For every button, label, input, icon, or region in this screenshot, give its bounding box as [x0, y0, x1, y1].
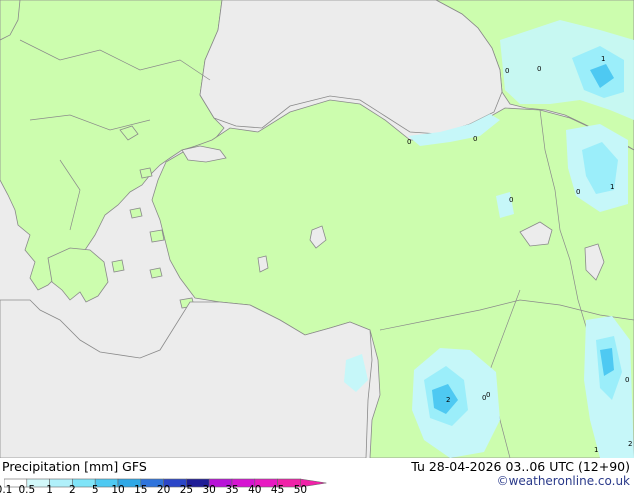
- map-label: 0: [537, 65, 541, 73]
- color-scale-tick-label: 1: [46, 484, 53, 496]
- precipitation-map: 0 1 0 0 0 1 0 2 0 0 1 0 0 2: [0, 0, 634, 458]
- color-scale-tick-label: 0.5: [18, 484, 36, 496]
- map-label: 0: [486, 391, 490, 399]
- map-label: 0: [509, 196, 513, 204]
- land-island-5: [111, 259, 125, 273]
- map-label: 0: [576, 188, 580, 196]
- map-label: 1: [594, 446, 598, 454]
- color-scale-tick-label: 50: [293, 484, 308, 496]
- credit-link[interactable]: ©weatheronline.co.uk: [497, 474, 630, 488]
- map-label: 0: [407, 138, 411, 146]
- color-scale-tick-label: 0.1: [0, 484, 13, 496]
- color-scale-tick-label: 2: [69, 484, 76, 496]
- color-scale-tick-label: 40: [248, 484, 262, 496]
- color-scale-tick-label: 5: [91, 484, 99, 496]
- land-island-6: [149, 267, 163, 279]
- map-label: 1: [610, 183, 614, 191]
- color-scale-tick-label: 45: [270, 484, 285, 496]
- color-scale-tick-label: 35: [225, 484, 239, 496]
- color-scale: 0.10.5125101520253035404550: [0, 475, 334, 496]
- map-label: 0: [473, 135, 477, 143]
- land-island-2: [139, 167, 153, 179]
- map-title: Precipitation [mm] GFS: [2, 459, 147, 474]
- color-scale-tick-label: 15: [134, 484, 148, 496]
- footer: Precipitation [mm] GFS Tu 28-04-2026 03.…: [0, 458, 634, 496]
- color-scale-tick-label: 30: [202, 484, 216, 496]
- color-scale-tick-label: 20: [156, 484, 171, 496]
- color-scale-tick-label: 10: [111, 484, 125, 496]
- land-island-3: [129, 207, 143, 219]
- land-island-4: [149, 229, 165, 243]
- map-label: 2: [628, 440, 632, 448]
- color-scale-tick-label: 25: [179, 484, 194, 496]
- forecast-datetime: Tu 28-04-2026 03..06 UTC (12+90): [411, 459, 630, 474]
- map-label: 2: [446, 396, 450, 404]
- map-label: 1: [601, 55, 605, 63]
- map-label: 0: [625, 376, 629, 384]
- map-label: 0: [505, 67, 509, 75]
